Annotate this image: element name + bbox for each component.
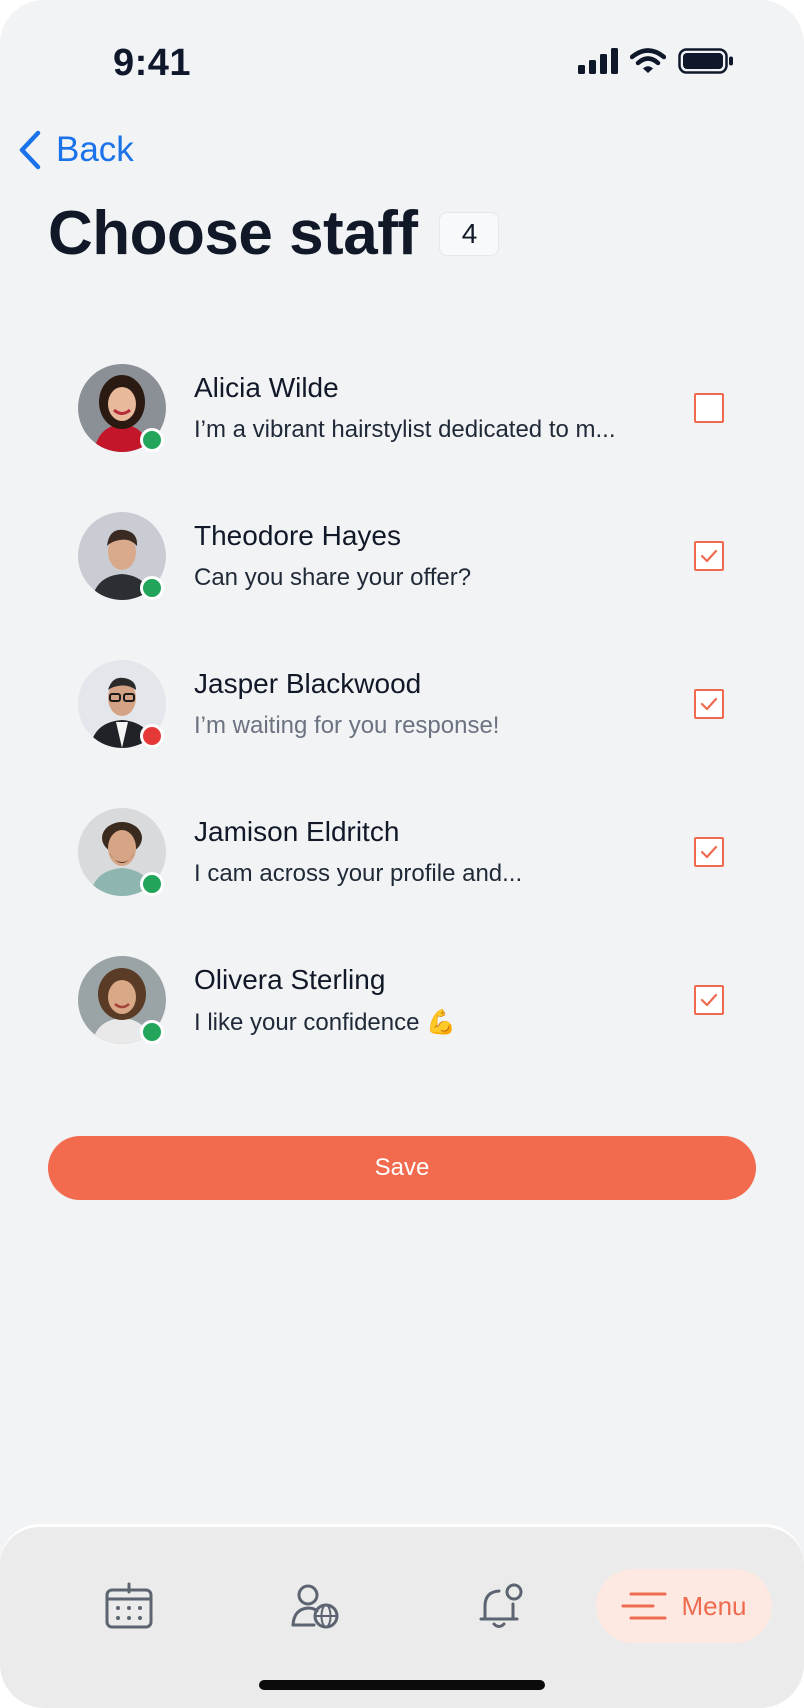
staff-name: Olivera Sterling	[194, 964, 386, 995]
avatar	[78, 956, 166, 1044]
online-status-dot	[140, 428, 164, 452]
avatar	[78, 660, 166, 748]
staff-name: Jasper Blackwood	[194, 668, 422, 699]
staff-name: Theodore Hayes	[194, 520, 402, 551]
online-status-dot	[140, 576, 164, 600]
page-title: Choose staff	[48, 199, 418, 268]
calendar-icon	[105, 1582, 153, 1629]
staff-message: I’m waiting for you response!	[194, 712, 500, 739]
nav-menu-button[interactable]: Menu	[596, 1569, 772, 1643]
staff-row-alicia-wilde[interactable]: Alicia Wilde I’m a vibrant hairstylist d…	[0, 342, 804, 490]
back-label: Back	[56, 130, 134, 169]
select-checkbox[interactable]	[694, 541, 724, 571]
selected-count-badge: 4	[439, 211, 500, 256]
nav-notifications[interactable]	[464, 1569, 538, 1643]
menu-icon	[621, 1592, 667, 1620]
select-checkbox[interactable]	[694, 837, 724, 867]
staff-list: Alicia Wilde I’m a vibrant hairstylist d…	[0, 342, 804, 1082]
home-indicator	[259, 1680, 545, 1690]
staff-message: Can you share your offer?	[194, 564, 472, 591]
select-checkbox[interactable]	[694, 985, 724, 1015]
cellular-signal-icon	[578, 48, 618, 74]
staff-row-jamison-eldritch[interactable]: Jamison Eldritch I cam across your profi…	[0, 786, 804, 934]
user-globe-icon	[291, 1584, 339, 1629]
staff-name: Jamison Eldritch	[194, 816, 400, 847]
staff-row-theodore-hayes[interactable]: Theodore Hayes Can you share your offer?	[0, 490, 804, 638]
select-checkbox[interactable]	[694, 393, 724, 423]
staff-message: I’m a vibrant hairstylist dedicated to m…	[194, 416, 616, 443]
checkmark-icon	[700, 549, 718, 563]
save-button[interactable]: Save	[48, 1136, 756, 1200]
wifi-icon	[630, 48, 666, 73]
staff-row-jasper-blackwood[interactable]: Jasper Blackwood I’m waiting for you res…	[0, 638, 804, 786]
select-checkbox[interactable]	[694, 689, 724, 719]
chevron-left-icon	[19, 130, 41, 170]
checkmark-icon	[700, 845, 718, 859]
online-status-dot	[140, 872, 164, 896]
staff-row-olivera-sterling[interactable]: Olivera Sterling I like your confidence …	[0, 934, 804, 1082]
status-time: 9:41	[113, 42, 192, 84]
checkmark-icon	[700, 697, 718, 711]
staff-message: I like your confidence 💪	[194, 1009, 457, 1036]
menu-label: Menu	[681, 1590, 747, 1621]
nav-staff[interactable]	[278, 1569, 352, 1643]
nav-calendar[interactable]	[92, 1569, 166, 1643]
choose-staff-screen: 9:41 Back Choose staff 4 Alicia Wilde I’…	[0, 0, 804, 1708]
bell-notification-icon	[479, 1583, 523, 1628]
avatar	[78, 808, 166, 896]
battery-icon	[678, 48, 733, 74]
checkmark-icon	[700, 993, 718, 1007]
status-icons	[578, 48, 734, 74]
avatar	[78, 512, 166, 600]
title-row: Choose staff 4	[48, 198, 500, 269]
back-button[interactable]: Back	[18, 130, 134, 170]
staff-name: Alicia Wilde	[194, 372, 339, 403]
avatar	[78, 364, 166, 452]
staff-message: I cam across your profile and...	[194, 860, 523, 887]
busy-status-dot	[140, 724, 164, 748]
online-status-dot	[140, 1020, 164, 1044]
